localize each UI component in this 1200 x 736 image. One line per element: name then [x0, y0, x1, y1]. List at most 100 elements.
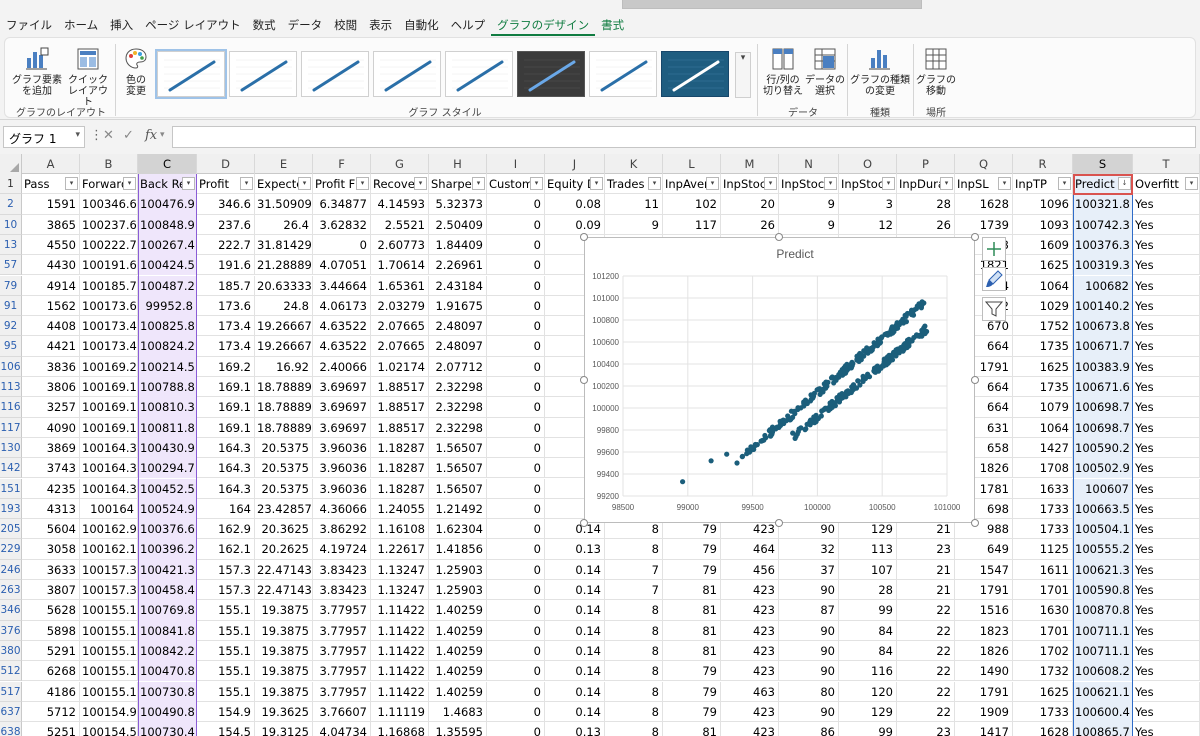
cell-B[interactable]: 100155.1: [80, 681, 138, 702]
cell-H[interactable]: 1.25903: [429, 559, 487, 580]
cell-Q[interactable]: 1417: [955, 722, 1013, 736]
cell-K[interactable]: 8: [605, 681, 663, 702]
cell-B[interactable]: 100164.3: [80, 458, 138, 479]
cell-B[interactable]: 100162.9: [80, 519, 138, 540]
cell-D[interactable]: 173.6: [197, 295, 255, 317]
cell-M[interactable]: 423: [721, 722, 779, 736]
cell-H[interactable]: 1.40259: [429, 600, 487, 621]
cell-R[interactable]: 1064: [1013, 275, 1073, 296]
cell-S[interactable]: 100621.1: [1073, 681, 1133, 702]
cell-T[interactable]: Yes: [1133, 377, 1200, 398]
cell-I[interactable]: 0: [487, 356, 545, 377]
cell-J[interactable]: 0.14: [545, 580, 605, 601]
cell-C[interactable]: 100267.4: [138, 234, 197, 256]
cell-D[interactable]: 155.1: [197, 620, 255, 641]
cell-R[interactable]: 1125: [1013, 539, 1073, 560]
cell-O[interactable]: 107: [839, 559, 897, 580]
header-cell[interactable]: InpSL ▾: [955, 174, 1013, 195]
cell-J[interactable]: 0.09: [545, 214, 605, 235]
filter-dropdown-icon[interactable]: ▾: [530, 177, 543, 190]
cell-R[interactable]: 1079: [1013, 397, 1073, 418]
cell-L[interactable]: 79: [663, 661, 721, 682]
cell-D[interactable]: 191.6: [197, 255, 255, 276]
cell-E[interactable]: 19.3875: [255, 681, 313, 702]
cell-G[interactable]: 1.11422: [371, 600, 429, 621]
cell-I[interactable]: 0: [487, 600, 545, 621]
cell-E[interactable]: 31.81429: [255, 234, 313, 256]
cell-A[interactable]: 4408: [22, 316, 80, 337]
row-header[interactable]: 116: [0, 397, 22, 418]
tab-3[interactable]: ページ レイアウト: [139, 14, 246, 36]
cell-F[interactable]: 3.96036: [313, 478, 371, 499]
cell-E[interactable]: 20.2625: [255, 539, 313, 560]
cell-S[interactable]: 100608.2: [1073, 661, 1133, 682]
cell-G[interactable]: 1.11422: [371, 640, 429, 662]
cell-H[interactable]: 1.56507: [429, 437, 487, 459]
cell-G[interactable]: 2.07665: [371, 316, 429, 337]
cell-E[interactable]: 20.3625: [255, 519, 313, 540]
cell-R[interactable]: 1625: [1013, 255, 1073, 276]
cell-R[interactable]: 1702: [1013, 640, 1073, 662]
header-cell[interactable]: Trades ▾: [605, 174, 663, 195]
cell-E[interactable]: 22.47143: [255, 580, 313, 601]
column-header-T[interactable]: T: [1133, 154, 1200, 174]
header-cell[interactable]: Overfitt ▾: [1133, 174, 1200, 195]
cell-G[interactable]: 1.18287: [371, 478, 429, 499]
cell-E[interactable]: 19.3125: [255, 722, 313, 736]
cell-S[interactable]: 100555.2: [1073, 539, 1133, 560]
formula-input[interactable]: [172, 126, 1196, 148]
cell-O[interactable]: 113: [839, 539, 897, 560]
row-header[interactable]: 151: [0, 478, 22, 499]
cell-Q[interactable]: 649: [955, 539, 1013, 560]
filter-dropdown-icon[interactable]: ▾: [590, 177, 603, 190]
cell-G[interactable]: 1.11422: [371, 620, 429, 641]
cell-I[interactable]: 0: [487, 478, 545, 499]
cell-G[interactable]: 1.70614: [371, 255, 429, 276]
cell-K[interactable]: 8: [605, 539, 663, 560]
cell-O[interactable]: 120: [839, 681, 897, 702]
chart-style-6[interactable]: [517, 51, 585, 97]
cell-D[interactable]: 157.3: [197, 559, 255, 580]
cell-G[interactable]: 1.13247: [371, 559, 429, 580]
cell-E[interactable]: 20.5375: [255, 478, 313, 499]
header-cell[interactable]: Profit ▾: [197, 174, 255, 195]
row-header[interactable]: 205: [0, 519, 22, 540]
cell-H[interactable]: 5.32373: [429, 194, 487, 215]
resize-handle[interactable]: [580, 519, 588, 527]
change-chart-type-button[interactable]: グラフの種類 の変更: [849, 46, 911, 97]
cell-L[interactable]: 117: [663, 214, 721, 235]
cell-K[interactable]: 8: [605, 722, 663, 736]
resize-handle[interactable]: [775, 519, 783, 527]
cell-H[interactable]: 2.48097: [429, 316, 487, 337]
header-cell[interactable]: Profit F ▾: [313, 174, 371, 195]
cell-P[interactable]: 22: [897, 620, 955, 641]
filter-dropdown-icon[interactable]: ▾: [706, 177, 719, 190]
cell-R[interactable]: 1733: [1013, 519, 1073, 540]
header-cell[interactable]: InpStoc ▾: [779, 174, 839, 195]
cell-Q[interactable]: 1490: [955, 661, 1013, 682]
filter-dropdown-icon[interactable]: ▾: [648, 177, 661, 190]
cell-C[interactable]: 100487.2: [138, 275, 197, 296]
cell-O[interactable]: 12: [839, 214, 897, 235]
cell-G[interactable]: 1.11119: [371, 701, 429, 723]
cell-C[interactable]: 99952.8: [138, 295, 197, 317]
cell-I[interactable]: 0: [487, 681, 545, 702]
cell-J[interactable]: 0.14: [545, 620, 605, 641]
cell-B[interactable]: 100237.6: [80, 214, 138, 235]
resize-handle[interactable]: [971, 519, 979, 527]
cell-S[interactable]: 100865.7: [1073, 722, 1133, 736]
cell-F[interactable]: 4.06173: [313, 295, 371, 317]
cell-D[interactable]: 155.1: [197, 600, 255, 621]
chart-elements-button[interactable]: [982, 237, 1006, 261]
row-header[interactable]: 193: [0, 498, 22, 520]
cell-G[interactable]: 4.14593: [371, 194, 429, 215]
cell-D[interactable]: 185.7: [197, 275, 255, 296]
cell-H[interactable]: 1.40259: [429, 681, 487, 702]
cell-Q[interactable]: 1547: [955, 559, 1013, 580]
cell-D[interactable]: 169.1: [197, 377, 255, 398]
cell-O[interactable]: 3: [839, 194, 897, 215]
cell-T[interactable]: Yes: [1133, 458, 1200, 479]
cell-N[interactable]: 90: [779, 701, 839, 723]
cell-H[interactable]: 1.84409: [429, 234, 487, 256]
cell-T[interactable]: Yes: [1133, 498, 1200, 520]
